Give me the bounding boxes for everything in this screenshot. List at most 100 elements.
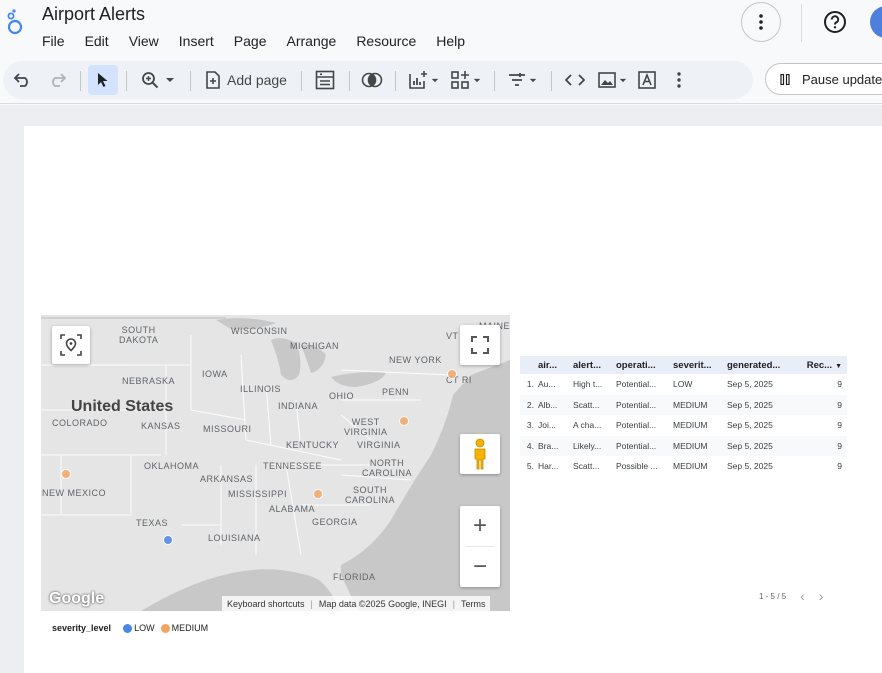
column-header[interactable]: alert... xyxy=(573,360,616,371)
select-tool-button[interactable] xyxy=(88,65,118,95)
table-cell: Sep 5, 2025 xyxy=(727,420,773,431)
next-page-button[interactable]: › xyxy=(819,588,824,604)
sort-desc-icon: ▼ xyxy=(835,362,842,370)
legend-item-medium[interactable]: MEDIUM xyxy=(160,623,209,633)
embed-button[interactable] xyxy=(561,65,589,95)
map-zoom-in-button[interactable]: + xyxy=(460,506,500,546)
menu-edit[interactable]: Edit xyxy=(75,31,119,51)
add-chart-button[interactable] xyxy=(405,65,441,95)
table-row[interactable]: 4. Bra... Likely... Potential... MEDIUM … xyxy=(520,435,847,456)
add-control-button[interactable] xyxy=(447,65,483,95)
keyboard-shortcuts-link[interactable]: Keyboard shortcuts xyxy=(227,599,305,609)
map-marker[interactable] xyxy=(447,369,457,379)
column-header[interactable]: severit... xyxy=(673,360,727,371)
report-settings-button[interactable] xyxy=(310,65,340,95)
my-location-button[interactable] xyxy=(52,326,90,364)
column-header-sorted[interactable]: Rec... ▼ xyxy=(798,360,847,371)
map-label-virginia: VIRGINIA xyxy=(357,440,401,450)
table-cell: Potential... xyxy=(616,420,657,431)
column-header[interactable]: air... xyxy=(538,360,573,371)
menu-resource[interactable]: Resource xyxy=(346,31,426,51)
legend-swatch xyxy=(123,623,133,633)
zoom-button[interactable] xyxy=(136,65,180,95)
row-number: 5. xyxy=(526,461,534,472)
more-tools-button[interactable] xyxy=(666,65,692,95)
add-control-icon xyxy=(450,71,469,89)
map-legend: severity_level LOW MEDIUM xyxy=(52,623,214,633)
theme-layout-button[interactable] xyxy=(357,65,387,95)
alerts-table[interactable]: air... alert... operati... severit... ge… xyxy=(520,356,847,477)
more-options-button[interactable] xyxy=(741,2,781,42)
map-label-ohio: OHIO xyxy=(329,391,355,401)
menu-help[interactable]: Help xyxy=(426,31,475,51)
map-label-arkansas: ARKANSAS xyxy=(200,474,254,484)
map-marker[interactable] xyxy=(61,469,71,479)
insert-text-button[interactable] xyxy=(634,65,660,95)
divider xyxy=(349,71,350,91)
table-row[interactable]: 2. Alb... Scatt... Potential... MEDIUM S… xyxy=(520,394,847,415)
map-label-west-virginia: WEST VIRGINIA xyxy=(344,417,388,437)
report-title[interactable]: Airport Alerts xyxy=(42,4,145,25)
geo-map-chart[interactable]: SOUTHDAKOTA WISCONSIN MICHIGAN VT MAINE … xyxy=(41,315,510,611)
map-label-south-carolina: SOUTH CAROLINA xyxy=(345,485,396,505)
table-cell: 9 xyxy=(837,461,842,472)
menu-view[interactable]: View xyxy=(119,31,169,51)
table-cell: Potential... xyxy=(616,399,657,410)
column-header[interactable]: operati... xyxy=(616,360,673,371)
map-marker[interactable] xyxy=(399,416,409,426)
table-cell: Likely... xyxy=(573,440,602,451)
fullscreen-icon xyxy=(471,336,489,354)
looker-studio-logo-icon[interactable] xyxy=(4,8,26,36)
row-number: 4. xyxy=(526,440,534,451)
street-view-pegman-button[interactable] xyxy=(460,434,500,474)
insert-image-button[interactable] xyxy=(594,65,630,95)
divider xyxy=(126,71,127,91)
map-label-south-dakota: SOUTH DAKOTA xyxy=(119,325,159,345)
menu-arrange[interactable]: Arrange xyxy=(277,31,347,51)
menu-file[interactable]: File xyxy=(32,31,75,51)
divider xyxy=(494,71,495,91)
menu-page[interactable]: Page xyxy=(224,31,277,51)
table-cell: 9 xyxy=(837,399,842,410)
undo-button[interactable] xyxy=(10,65,36,95)
table-cell: Possible ... xyxy=(616,461,658,472)
column-header-label: Rec... xyxy=(806,359,833,371)
map-zoom-out-button[interactable]: − xyxy=(460,547,500,587)
fullscreen-button[interactable] xyxy=(460,325,500,365)
column-header[interactable]: generated... xyxy=(727,360,798,371)
table-row[interactable]: 1. Au... High t... Potential... LOW Sep … xyxy=(520,374,847,395)
map-label-united-states: United States xyxy=(71,398,174,415)
avatar[interactable] xyxy=(870,6,882,38)
previous-page-button[interactable]: ‹ xyxy=(800,588,805,604)
map-label-oklahoma: OKLAHOMA xyxy=(144,461,200,471)
map-marker[interactable] xyxy=(163,535,173,545)
divider xyxy=(801,4,802,42)
table-row[interactable]: 3. Joi... A cha... Potential... MEDIUM S… xyxy=(520,415,847,436)
dropdown-arrow-icon xyxy=(431,78,438,82)
dropdown-arrow-icon xyxy=(619,78,626,82)
table-cell: MEDIUM xyxy=(673,461,708,472)
table-cell: MEDIUM xyxy=(673,420,708,431)
map-marker[interactable] xyxy=(313,489,323,499)
add-page-label: Add page xyxy=(227,72,287,88)
divider xyxy=(395,71,396,91)
vertical-dots-icon xyxy=(677,72,681,88)
google-logo: Google xyxy=(49,590,105,607)
row-number: 3. xyxy=(526,420,534,431)
add-filter-button[interactable] xyxy=(503,65,541,95)
legend-label: MEDIUM xyxy=(171,623,209,633)
legend-item-low[interactable]: LOW xyxy=(123,623,155,633)
map-label-iowa: IOWA xyxy=(202,369,228,379)
map-label-colorado: COLORADO xyxy=(52,418,108,428)
terms-link[interactable]: Terms xyxy=(461,599,486,609)
help-icon[interactable] xyxy=(822,9,848,35)
add-page-button[interactable]: Add page xyxy=(200,65,292,95)
table-cell: 9 xyxy=(837,440,842,451)
menu-insert[interactable]: Insert xyxy=(169,31,224,51)
redo-button[interactable] xyxy=(44,65,70,95)
table-cell: Sep 5, 2025 xyxy=(727,461,773,472)
dropdown-arrow-icon xyxy=(166,78,174,82)
pause-updates-button[interactable]: Pause updates xyxy=(765,63,882,95)
table-row[interactable]: 5. Har... Scatt... Possible ... MEDIUM S… xyxy=(520,456,847,477)
pause-icon xyxy=(780,73,790,85)
